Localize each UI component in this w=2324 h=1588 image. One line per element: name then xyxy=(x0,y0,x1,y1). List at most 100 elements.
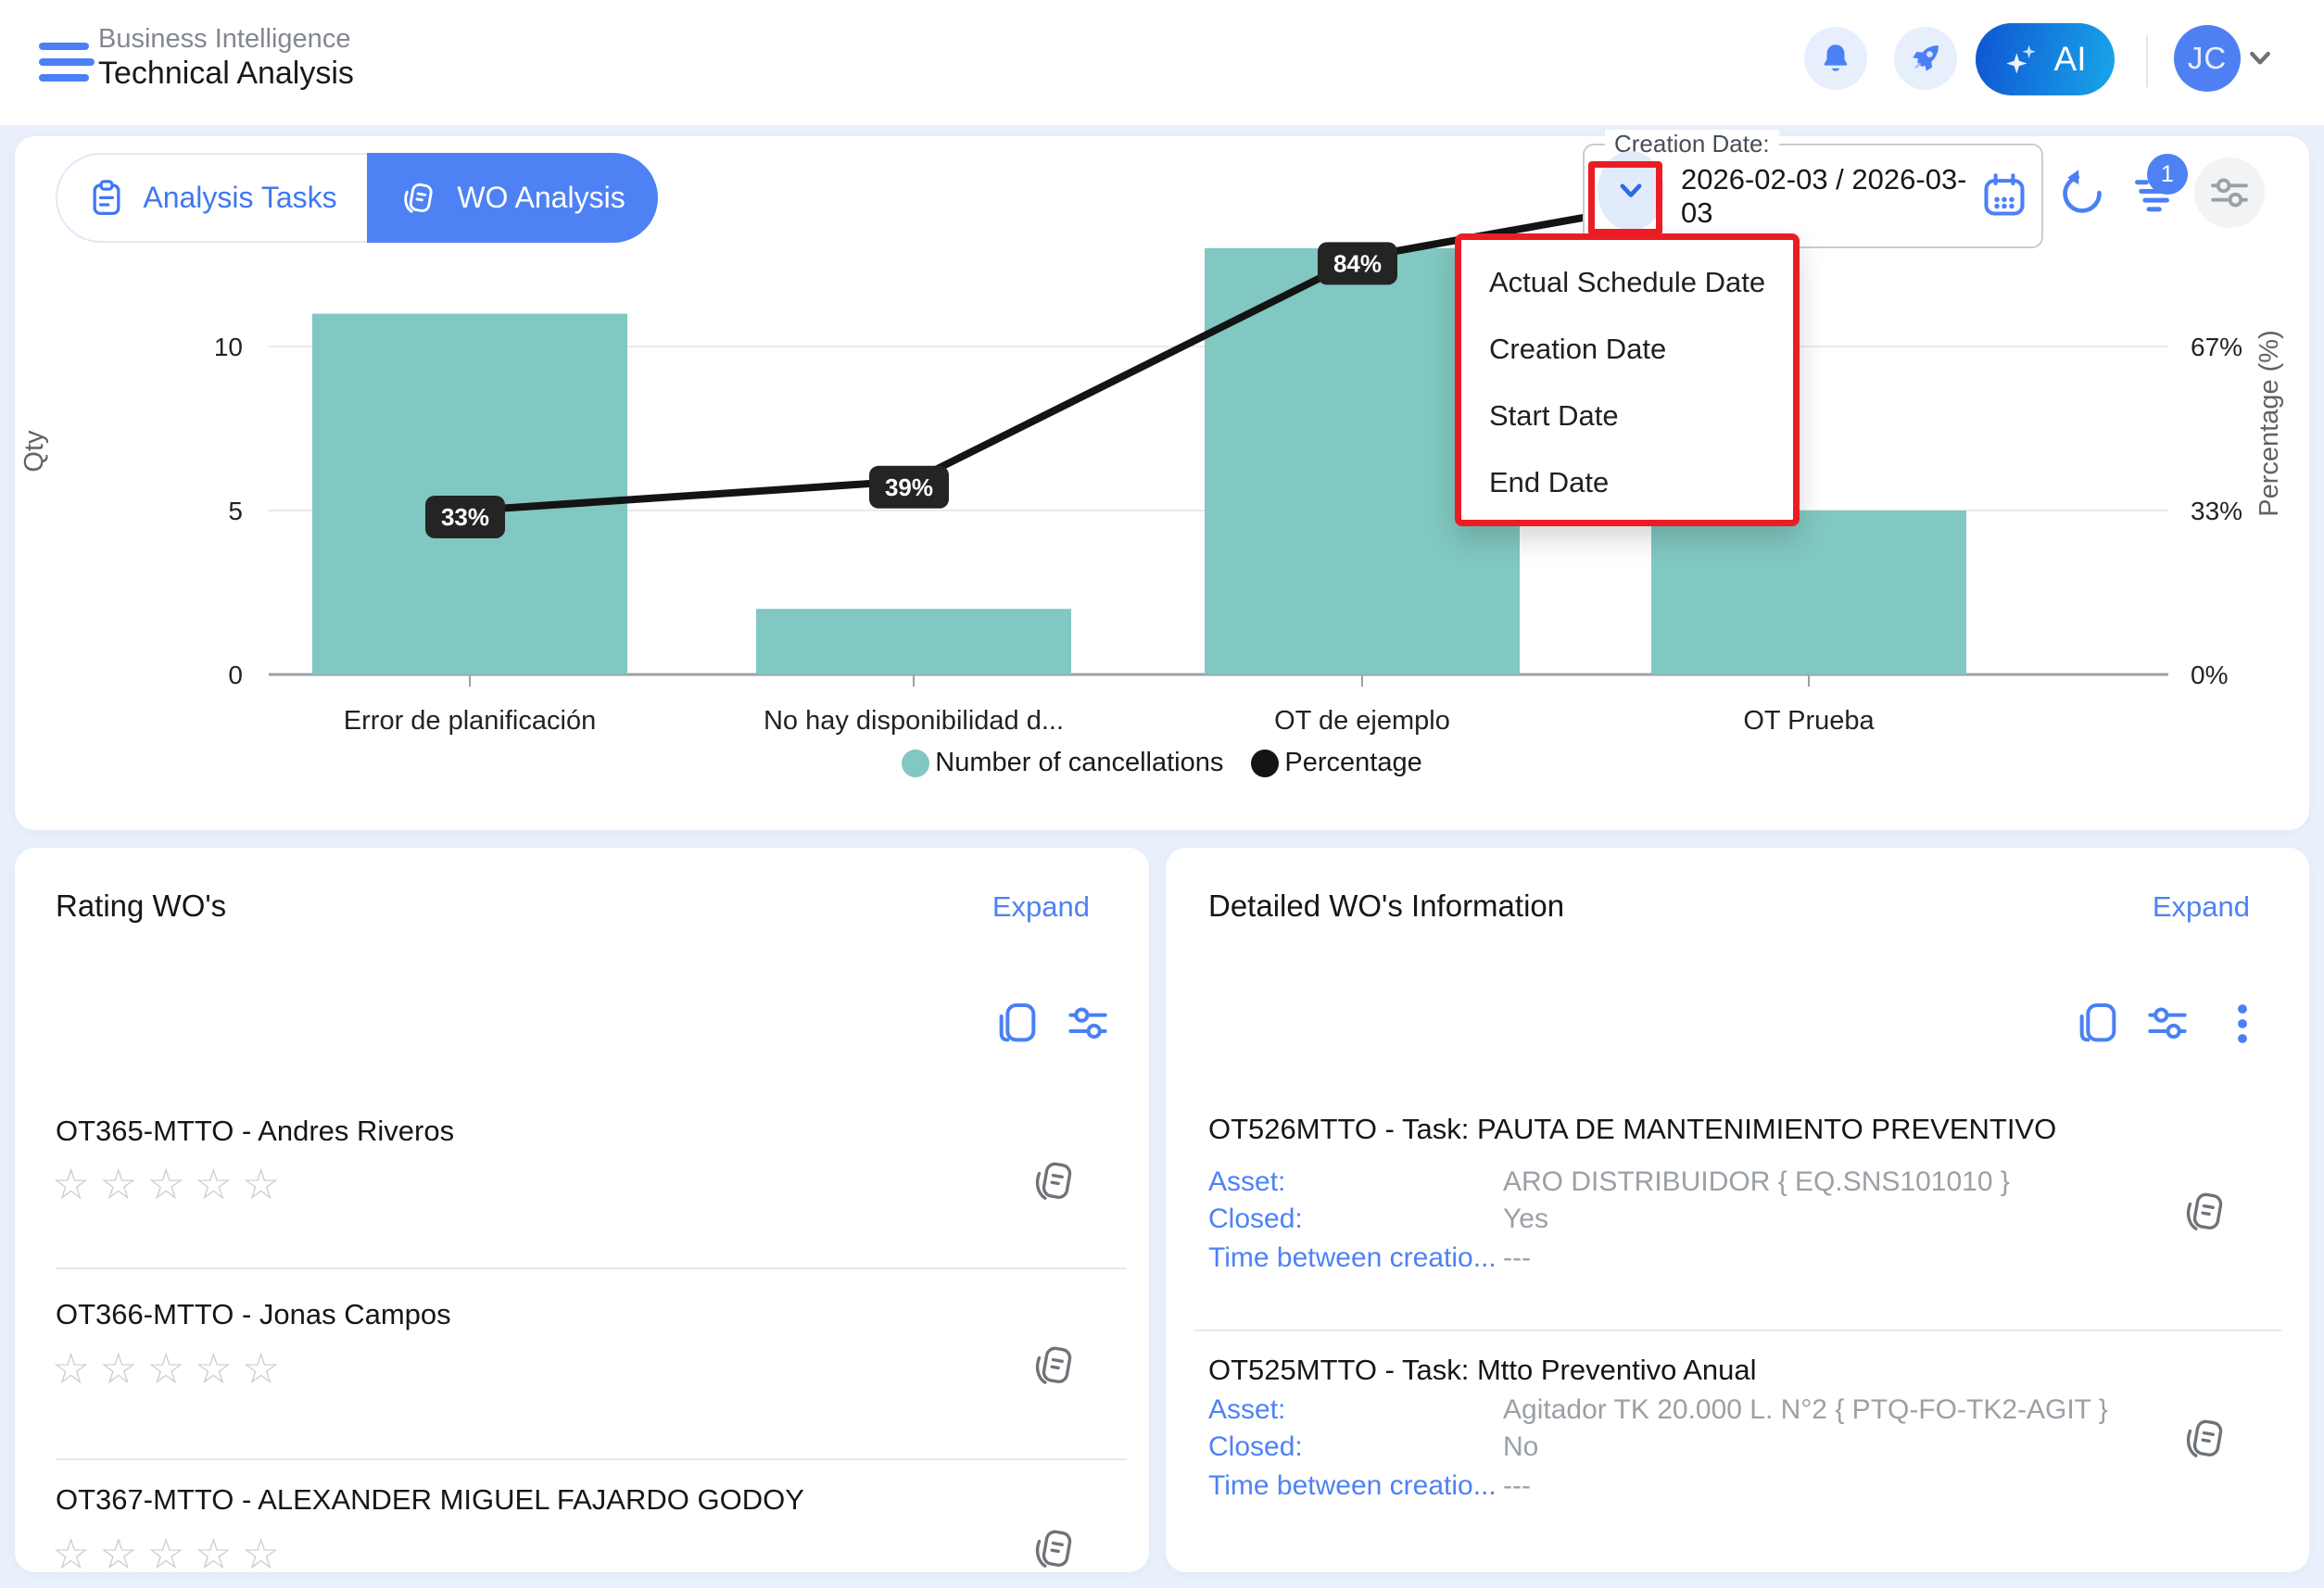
star-rating[interactable]: ☆☆☆☆☆ xyxy=(52,1343,289,1393)
svg-text:33%: 33% xyxy=(441,503,489,531)
dropdown-item[interactable]: Start Date xyxy=(1461,383,1793,449)
copy-icon xyxy=(2076,1002,2120,1046)
closed-value: Yes xyxy=(1503,1204,1548,1235)
open-wo-button[interactable] xyxy=(2180,1186,2232,1242)
rating-expand-link[interactable]: Expand xyxy=(992,890,1090,924)
dropdown-item[interactable]: End Date xyxy=(1461,449,1793,516)
header-divider xyxy=(2146,35,2148,87)
top-header: Business Intelligence Technical Analysis… xyxy=(0,0,2324,125)
asset-value: ARO DISTRIBUIDOR { EQ.SNS101010 } xyxy=(1503,1166,2010,1198)
legend-item-percentage[interactable]: Percentage xyxy=(1251,748,1421,778)
list-divider xyxy=(1194,1330,2281,1331)
work-order-icon xyxy=(1029,1523,1081,1575)
y2-axis-tick: 0% xyxy=(2191,661,2228,689)
rating-copy-button[interactable] xyxy=(995,1002,1040,1051)
asset-label[interactable]: Asset: xyxy=(1208,1394,1285,1426)
calendar-button[interactable] xyxy=(1980,171,2028,224)
star-rating[interactable]: ☆☆☆☆☆ xyxy=(52,1529,289,1579)
profile-chevron-down-icon[interactable] xyxy=(2246,46,2274,70)
work-order-icon xyxy=(2180,1413,2232,1465)
rating-item-title: OT367-MTTO - ALEXANDER MIGUEL FAJARDO GO… xyxy=(56,1483,804,1517)
chart-card: 0 0% 5 33% 10 67% Qty Percentage (%) Error de pl… xyxy=(15,136,2309,830)
rating-panel-title: Rating WO's xyxy=(56,889,226,924)
y2-axis-title: Percentage (%) xyxy=(2255,330,2284,517)
open-wo-button[interactable] xyxy=(1029,1340,1081,1396)
details-settings-button[interactable] xyxy=(2145,1002,2190,1051)
sparkles-icon xyxy=(2004,41,2041,78)
rating-wos-panel: Rating WO's Expand OT365-MTTO - Andres R… xyxy=(15,848,1149,1572)
open-wo-button[interactable] xyxy=(2180,1413,2232,1469)
x-axis-label: Error de planificación xyxy=(344,706,596,736)
legend-dot-teal xyxy=(902,750,929,777)
time-between-value: --- xyxy=(1503,1470,1531,1502)
calendar-icon xyxy=(1980,171,2028,220)
y-axis-title: Qty xyxy=(19,430,49,473)
refresh-button[interactable] xyxy=(2057,169,2107,223)
details-expand-link[interactable]: Expand xyxy=(2153,890,2250,924)
x-axis-label: OT de ejemplo xyxy=(1274,706,1450,736)
y2-axis-tick: 33% xyxy=(2191,497,2242,525)
sliders-icon xyxy=(2208,171,2251,214)
open-wo-button[interactable] xyxy=(1029,1523,1081,1580)
closed-value: No xyxy=(1503,1431,1538,1463)
y-axis-tick: 5 xyxy=(228,497,243,525)
bell-icon xyxy=(1818,41,1853,76)
legend-dot-black xyxy=(1251,750,1279,777)
closed-label[interactable]: Closed: xyxy=(1208,1431,1303,1463)
closed-label[interactable]: Closed: xyxy=(1208,1204,1303,1235)
sliders-icon xyxy=(2145,1002,2190,1046)
page-title: Technical Analysis xyxy=(98,55,354,93)
menu-icon[interactable] xyxy=(39,43,96,90)
ai-assistant-button[interactable]: AI xyxy=(1976,23,2115,95)
list-divider xyxy=(56,1458,1127,1460)
notifications-button[interactable] xyxy=(1804,27,1867,90)
ai-button-label: AI xyxy=(2054,40,2087,79)
rating-item-title: OT365-MTTO - Andres Riveros xyxy=(56,1115,454,1148)
time-between-label[interactable]: Time between creatio... xyxy=(1208,1470,1497,1502)
rating-settings-button[interactable] xyxy=(1066,1002,1110,1051)
filter-count-badge: 1 xyxy=(2147,154,2188,195)
list-divider xyxy=(56,1267,1127,1269)
svg-text:39%: 39% xyxy=(885,473,933,501)
y-axis-tick: 0 xyxy=(228,661,243,689)
bar-1 xyxy=(756,609,1071,674)
x-axis-label: OT Prueba xyxy=(1743,706,1875,736)
rocket-icon xyxy=(1907,40,1944,77)
wo-detail-title: OT525MTTO - Task: Mtto Preventivo Anual xyxy=(1208,1354,1757,1387)
rating-item-title: OT366-MTTO - Jonas Campos xyxy=(56,1298,451,1331)
details-copy-button[interactable] xyxy=(2076,1002,2120,1051)
kebab-menu-icon xyxy=(2220,1002,2265,1046)
app-title: Business Intelligence xyxy=(98,24,354,55)
details-panel-title: Detailed WO's Information xyxy=(1208,889,1564,924)
whats-new-button[interactable] xyxy=(1894,27,1957,90)
work-order-icon xyxy=(2180,1186,2232,1238)
y-axis-tick: 10 xyxy=(214,333,243,361)
time-between-label[interactable]: Time between creatio... xyxy=(1208,1242,1497,1274)
wo-detail-title: OT526MTTO - Task: PAUTA DE MANTENIMIENTO… xyxy=(1208,1113,2056,1146)
open-wo-button[interactable] xyxy=(1029,1155,1081,1212)
x-axis-label: No hay disponibilidad d... xyxy=(764,706,1064,736)
date-range-value[interactable]: 2026-02-03 / 2026-03-03 xyxy=(1681,145,1968,246)
date-type-dropdown-menu: Actual Schedule DateCreation DateStart D… xyxy=(1455,233,1800,526)
avatar[interactable]: JC xyxy=(2174,25,2241,92)
details-more-button[interactable] xyxy=(2220,1002,2265,1051)
detailed-wos-panel: Detailed WO's Information Expand OT526MT… xyxy=(1166,848,2309,1572)
bar-0 xyxy=(312,314,627,674)
work-order-icon xyxy=(1029,1340,1081,1392)
star-rating[interactable]: ☆☆☆☆☆ xyxy=(52,1159,289,1209)
chart-legend: Number of cancellations Percentage xyxy=(15,748,2309,778)
asset-label[interactable]: Asset: xyxy=(1208,1166,1285,1198)
bar-3 xyxy=(1651,510,1966,674)
copy-icon xyxy=(995,1002,1040,1046)
dropdown-item[interactable]: Creation Date xyxy=(1461,316,1793,383)
dropdown-item[interactable]: Actual Schedule Date xyxy=(1461,249,1793,316)
work-order-icon xyxy=(1029,1155,1081,1207)
sliders-icon xyxy=(1066,1002,1110,1046)
svg-text:84%: 84% xyxy=(1333,249,1382,277)
time-between-value: --- xyxy=(1503,1242,1531,1274)
chart-settings-button[interactable] xyxy=(2194,158,2265,228)
asset-value: Agitador TK 20.000 L. N°2 { PTQ-FO-TK2-A… xyxy=(1503,1394,2108,1426)
annotation-highlight-box xyxy=(1588,161,1662,235)
legend-item-cancellations[interactable]: Number of cancellations xyxy=(902,748,1223,778)
y2-axis-tick: 67% xyxy=(2191,333,2242,361)
